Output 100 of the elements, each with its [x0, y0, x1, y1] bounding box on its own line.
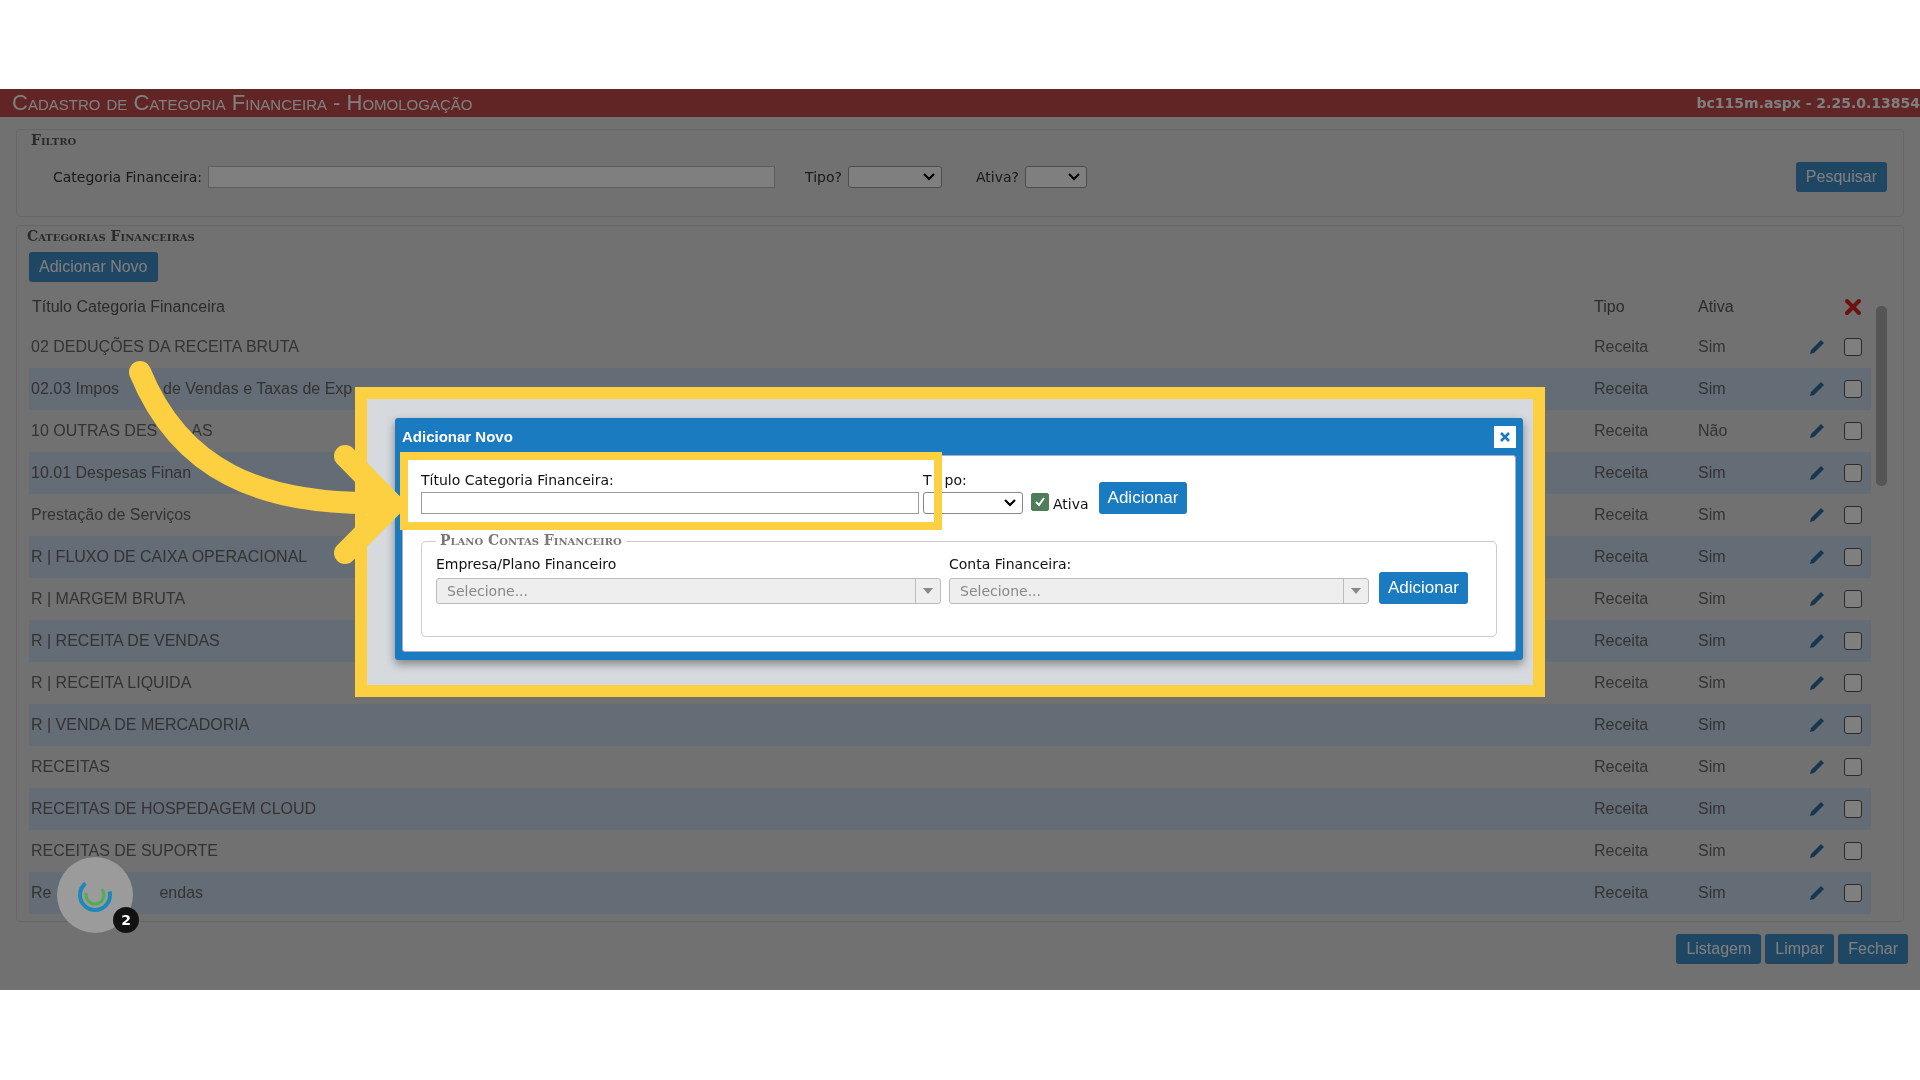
ativa-checkbox[interactable]: [1031, 493, 1049, 511]
title-input[interactable]: [421, 492, 919, 514]
table-cell-text: Receita: [1593, 506, 1650, 524]
table-cell: 02 DEDUÇÕES DA RECEITA BRUTA: [31, 338, 299, 356]
table-cell-text: Sim: [1697, 800, 1727, 818]
table-cell-text: Receita: [1593, 632, 1650, 650]
table-cell-text: Sim: [1697, 380, 1727, 398]
row-checkbox[interactable]: [1844, 338, 1862, 356]
edit-icon[interactable]: [1808, 800, 1826, 818]
row-checkbox[interactable]: [1844, 506, 1862, 524]
footer-button[interactable]: Listagem: [1676, 934, 1762, 964]
row-checkbox[interactable]: [1844, 632, 1862, 650]
table-cell-text: Não: [1697, 422, 1729, 440]
column-header: Tipo: [1593, 298, 1626, 316]
row-checkbox[interactable]: [1844, 590, 1862, 608]
row-checkbox[interactable]: [1844, 800, 1862, 818]
edit-icon[interactable]: [1808, 632, 1826, 650]
edit-icon[interactable]: [1808, 758, 1826, 776]
close-button[interactable]: [1494, 425, 1516, 448]
page-title: Cadastro de Categoria Financeira - Homologação: [12, 90, 473, 116]
table-cell: RECEITAS DE HOSPEDAGEM CLOUD: [31, 800, 317, 818]
text-field[interactable]: [208, 166, 776, 188]
row-checkbox[interactable]: [1844, 422, 1862, 440]
edit-icon[interactable]: [1808, 380, 1826, 398]
table-cell: R | RECEITA LIQUIDA: [31, 674, 192, 692]
table-cell-text: Receita: [1593, 674, 1650, 692]
edit-icon[interactable]: [1808, 842, 1826, 860]
combo-box[interactable]: Selecione...: [949, 578, 1369, 604]
table-cell-text: Sim: [1697, 464, 1727, 482]
edit-icon[interactable]: [1808, 422, 1826, 440]
row-checkbox[interactable]: [1844, 464, 1862, 482]
section-legend: Filtro: [31, 132, 1889, 148]
table-cell-text: Receita: [1593, 842, 1650, 860]
table-cell-text: Sim: [1697, 884, 1727, 902]
edit-icon[interactable]: [1808, 548, 1826, 566]
field-label: Conta Financeira:: [949, 556, 1073, 572]
section-legend: Categorias Financeiras: [27, 228, 1893, 244]
edit-icon[interactable]: [1808, 716, 1826, 734]
table-cell: 02.03 Impos: [31, 380, 120, 398]
row-checkbox[interactable]: [1844, 716, 1862, 734]
footer-button[interactable]: Fechar: [1838, 934, 1908, 964]
table-cell-text: Sim: [1697, 548, 1727, 566]
search-button[interactable]: Pesquisar: [1795, 162, 1887, 192]
edit-icon[interactable]: [1808, 338, 1826, 356]
table-cell: 10.01 Despesas Finan: [31, 464, 192, 482]
edit-icon[interactable]: [1808, 464, 1826, 482]
table-cell-text: Sim: [1697, 338, 1727, 356]
row-checkbox[interactable]: [1844, 548, 1862, 566]
field-label: Tipo?: [805, 169, 842, 185]
table-cell: R | FLUXO DE CAIXA OPERACIONAL: [31, 548, 308, 566]
field-label: Categoria Financeira:: [53, 169, 203, 185]
row-checkbox[interactable]: [1844, 758, 1862, 776]
combo-box[interactable]: Selecione...: [436, 578, 941, 604]
field-label: po:: [944, 472, 967, 488]
edit-icon[interactable]: [1808, 674, 1826, 692]
fieldset-legend: Plano Contas Financeiro: [436, 532, 626, 548]
table-cell: R | MARGEM BRUTA: [31, 590, 186, 608]
table-cell-text: Receita: [1593, 464, 1650, 482]
table-cell-text: Receita: [1593, 716, 1650, 734]
dropdown-icon: [1351, 588, 1361, 594]
caret-icon: [1004, 499, 1016, 507]
table-cell-text: Sim: [1697, 716, 1727, 734]
edit-icon[interactable]: [1808, 884, 1826, 902]
select-field[interactable]: [848, 166, 942, 188]
add-button[interactable]: Adicionar: [1098, 482, 1188, 514]
select-field[interactable]: [1025, 166, 1087, 188]
table-cell-text: Sim: [1697, 632, 1727, 650]
footer-button[interactable]: Limpar: [1765, 934, 1835, 964]
table-cell-text: Sim: [1697, 842, 1727, 860]
field-label: Empresa/Plano Financeiro: [436, 556, 618, 572]
table-cell: RECEITAS DE SUPORTE: [31, 842, 218, 860]
table-cell-text: Sim: [1697, 590, 1727, 608]
caret-icon: [1068, 173, 1080, 181]
checkmark-icon: [1034, 496, 1046, 508]
table-cell-text: Receita: [1593, 548, 1650, 566]
row-checkbox[interactable]: [1844, 674, 1862, 692]
row-checkbox[interactable]: [1844, 842, 1862, 860]
add-button[interactable]: Adicionar: [1379, 572, 1468, 604]
table-cell-text: Sim: [1697, 758, 1727, 776]
table-cell: R | RECEITA DE VENDAS: [31, 632, 220, 650]
table-cell-text: Receita: [1593, 422, 1650, 440]
column-header: Título Categoria Financeira: [31, 298, 226, 316]
field-label: Ativa?: [976, 169, 1019, 185]
dialog-title: Adicionar Novo: [402, 428, 513, 445]
version-label: bc115m.aspx - 2.25.0.13854: [1696, 95, 1920, 111]
row-checkbox[interactable]: [1844, 884, 1862, 902]
delete-icon[interactable]: [1844, 298, 1862, 316]
edit-icon[interactable]: [1808, 506, 1826, 524]
table-cell-text: Sim: [1697, 674, 1727, 692]
close-icon: [1499, 430, 1511, 443]
table-cell: endas: [159, 884, 204, 902]
row-checkbox[interactable]: [1844, 380, 1862, 398]
table-cell-text: Receita: [1593, 758, 1650, 776]
edit-icon[interactable]: [1808, 590, 1826, 608]
add-new-button[interactable]: Adicionar Novo: [29, 252, 158, 282]
table-cell-text: Receita: [1593, 338, 1650, 356]
column-header: Ativa: [1697, 298, 1735, 316]
table-cell-text: Receita: [1593, 380, 1650, 398]
tipo-select[interactable]: [923, 492, 1023, 514]
checkbox-label: Ativa: [1053, 496, 1089, 512]
